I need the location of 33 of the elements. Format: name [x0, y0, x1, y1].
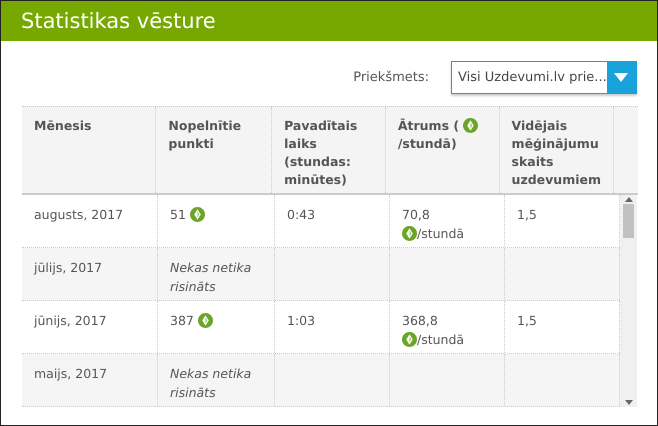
cell-text: 1,5 [517, 207, 537, 222]
scrollbar-thumb[interactable] [623, 204, 634, 238]
column-header: Vidējais mēģinājumu skaits uzdevumiem [512, 118, 602, 187]
cell-text: 368,8 [402, 313, 438, 328]
unit-text: /stundā [417, 226, 464, 241]
scrollbar[interactable] [620, 195, 637, 407]
column-header: Ātrums ( [398, 118, 460, 133]
subject-label: Priekšmets: [353, 70, 429, 85]
cell-text: Nekas netika risināts [170, 260, 252, 294]
cell-text: 70,8 [402, 207, 430, 222]
cell-text: 1:03 [287, 313, 316, 328]
cell-text: 1,5 [517, 313, 537, 328]
scroll-down-icon[interactable] [624, 400, 632, 405]
cell-text: augusts, 2017 [34, 207, 124, 222]
cell-text: 387 [170, 313, 194, 328]
cell-text: jūlijs, 2017 [34, 260, 102, 275]
scroll-up-icon[interactable] [624, 197, 632, 202]
column-header: Pavadītais laiks (stundas: minūtes) [284, 118, 358, 187]
unit-text: /stundā) [398, 136, 457, 151]
column-header: Mēnesis [34, 118, 92, 133]
subject-dropdown[interactable]: Visi Uzdevumi.lv prie... [451, 61, 637, 94]
cell-text: 51 [170, 207, 186, 222]
cell-text: Nekas netika risināts [170, 366, 252, 400]
cell-text: jūnijs, 2017 [34, 313, 107, 328]
unit-text: /stundā [417, 332, 464, 347]
cell-text: maijs, 2017 [34, 366, 108, 381]
gem-icon [402, 226, 417, 241]
gem-icon [463, 118, 478, 133]
page-title: Statistikas vēsture [21, 9, 216, 33]
gem-icon [402, 332, 417, 347]
column-header: Nopelnītie punkti [168, 118, 242, 151]
cell-text: 0:43 [287, 207, 316, 222]
caret-icon [614, 73, 628, 82]
